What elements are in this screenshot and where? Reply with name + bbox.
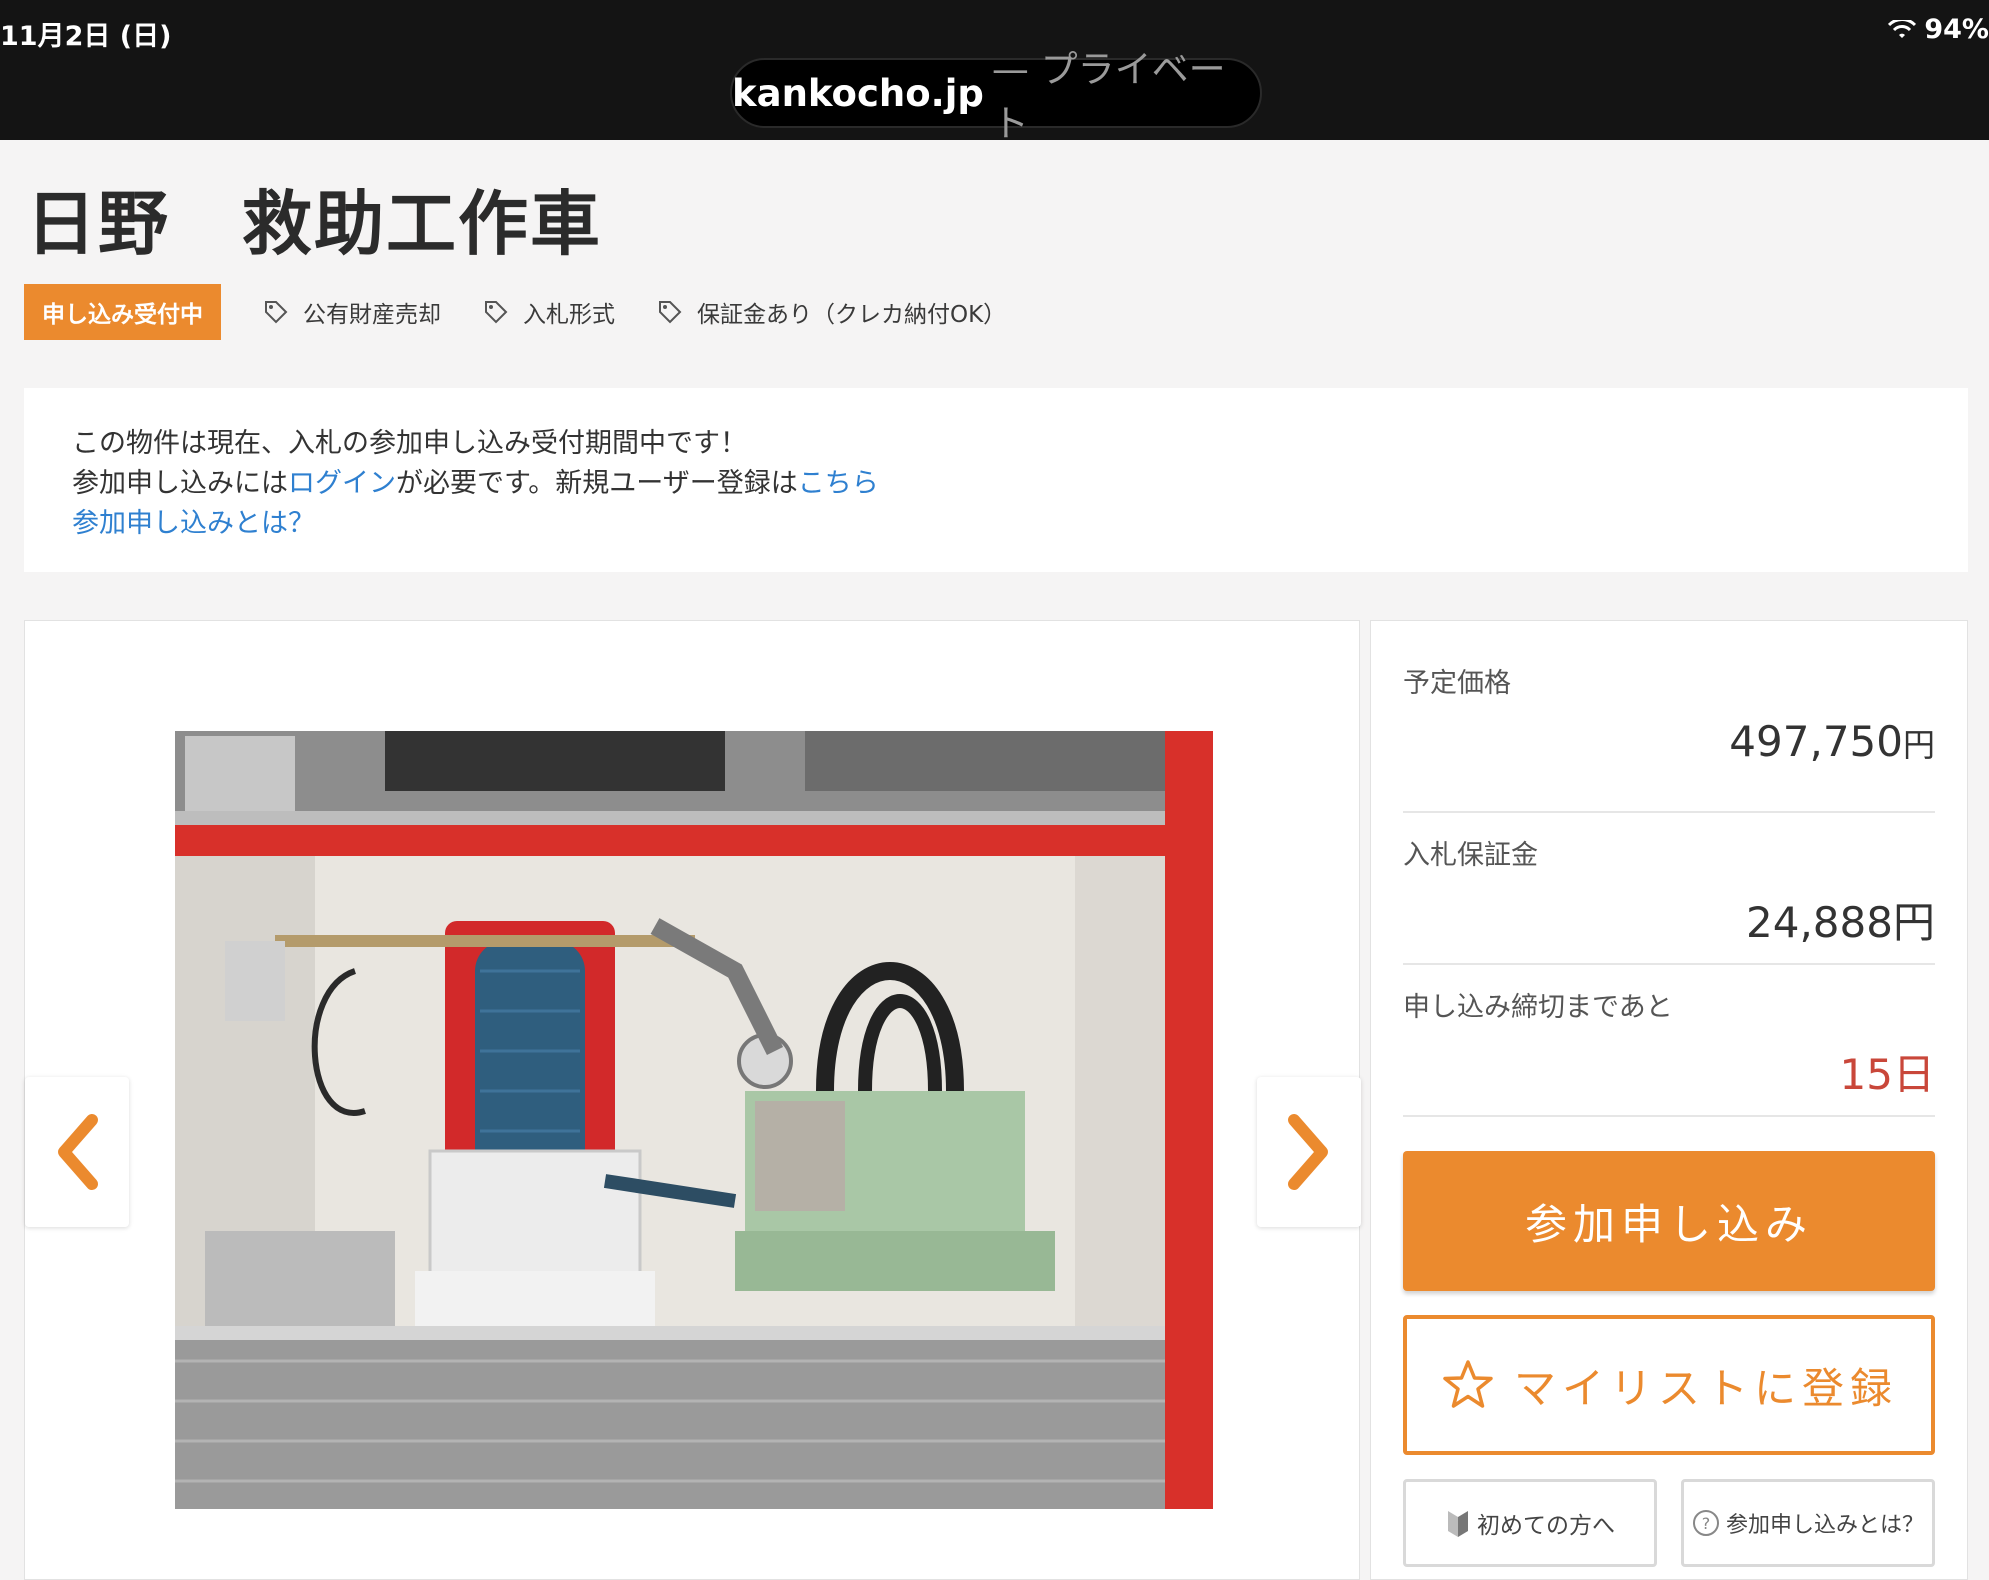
price-row: 予定価格 497,750円	[1403, 661, 1935, 813]
notice-line-2: 参加申し込みにはログインが必要です。新規ユーザー登録はこちら	[72, 464, 1968, 504]
tag-icon	[659, 301, 682, 324]
price-label: 予定価格	[1403, 668, 1511, 699]
deadline-value: 15日	[1839, 1050, 1935, 1099]
tag-item: 公有財産売却	[263, 295, 441, 329]
browser-top-bar: 11月2日 (日) 94% kankocho.jp — プライベート	[0, 0, 1989, 145]
svg-text:?: ?	[1702, 1514, 1711, 1533]
tag-label: 公有財産売却	[303, 302, 441, 328]
battery-level: 94%	[1924, 14, 1989, 45]
login-link[interactable]: ログイン	[288, 468, 396, 499]
deadline-label: 申し込み締切まであと	[1403, 992, 1673, 1023]
about-apply-button[interactable]: ? 参加申し込みとは？	[1681, 1479, 1935, 1567]
status-badge: 申し込み受付中	[24, 284, 221, 340]
deposit-label: 入札保証金	[1403, 840, 1538, 871]
url-mode: — プライベート	[991, 48, 1226, 145]
yen-unit: 円	[1892, 898, 1935, 947]
chevron-left-icon	[58, 1114, 98, 1190]
tag-label: 入札形式	[523, 302, 615, 328]
next-image-button[interactable]	[1257, 1077, 1361, 1227]
image-gallery	[24, 620, 1361, 1580]
url-host: kankocho.jp	[732, 71, 984, 115]
tag-icon	[485, 301, 508, 324]
about-label: 参加申し込みとは？	[1725, 1513, 1924, 1538]
deposit-row: 入札保証金 24,888円	[1403, 813, 1935, 965]
notice-text: 参加申し込みには	[72, 468, 288, 499]
add-to-mylist-button[interactable]: マイリストに登録	[1403, 1315, 1935, 1455]
beginner-guide-button[interactable]: 初めての方へ	[1403, 1479, 1657, 1567]
status-indicators: 94%	[1888, 14, 1989, 45]
notice-line-1: この物件は現在、入札の参加申し込み受付期間中です！	[72, 428, 747, 459]
help-link[interactable]: 参加申し込みとは？	[72, 508, 315, 539]
mylist-label: マイリストに登録	[1513, 1363, 1898, 1413]
notice-text: が必要です。新規ユーザー登録は	[396, 468, 798, 499]
apply-button[interactable]: 参加申し込み	[1403, 1151, 1935, 1291]
status-date: 11月2日 (日)	[0, 21, 172, 52]
beginner-mark-icon	[1448, 1511, 1468, 1537]
prev-image-button[interactable]	[25, 1077, 129, 1227]
beginner-label: 初めての方へ	[1477, 1513, 1615, 1539]
tag-icon	[265, 301, 288, 324]
price-value: 497,750円	[1729, 717, 1935, 766]
deadline-row: 申し込み締切まであと 15日	[1403, 965, 1935, 1117]
register-link[interactable]: こちら	[798, 468, 879, 499]
tag-row: 申し込み受付中 公有財産売却 入札形式 保証金あり（クレカ納付OK）	[24, 284, 1006, 340]
tag-item: 入札形式	[483, 295, 615, 329]
deposit-value: 24,888円	[1746, 898, 1935, 947]
tag-item: 保証金あり（クレカ納付OK）	[657, 295, 1006, 329]
notice-box: この物件は現在、入札の参加申し込み受付期間中です！ 参加申し込みにはログインが必…	[24, 388, 1968, 572]
vehicle-photo	[175, 731, 1213, 1509]
bid-sidebar: 予定価格 497,750円 入札保証金 24,888円 申し込み締切まであと 1…	[1370, 620, 1968, 1580]
chevron-right-icon	[1288, 1114, 1328, 1190]
page-title: 日野 救助工作車	[26, 183, 602, 265]
tag-label: 保証金あり（クレカ納付OK）	[697, 302, 1007, 328]
yen-unit: 円	[1902, 726, 1935, 764]
star-icon	[1443, 1360, 1493, 1408]
address-bar[interactable]: kankocho.jp — プライベート	[730, 48, 1262, 145]
wifi-icon	[1888, 19, 1917, 38]
question-circle-icon: ?	[1692, 1510, 1719, 1536]
